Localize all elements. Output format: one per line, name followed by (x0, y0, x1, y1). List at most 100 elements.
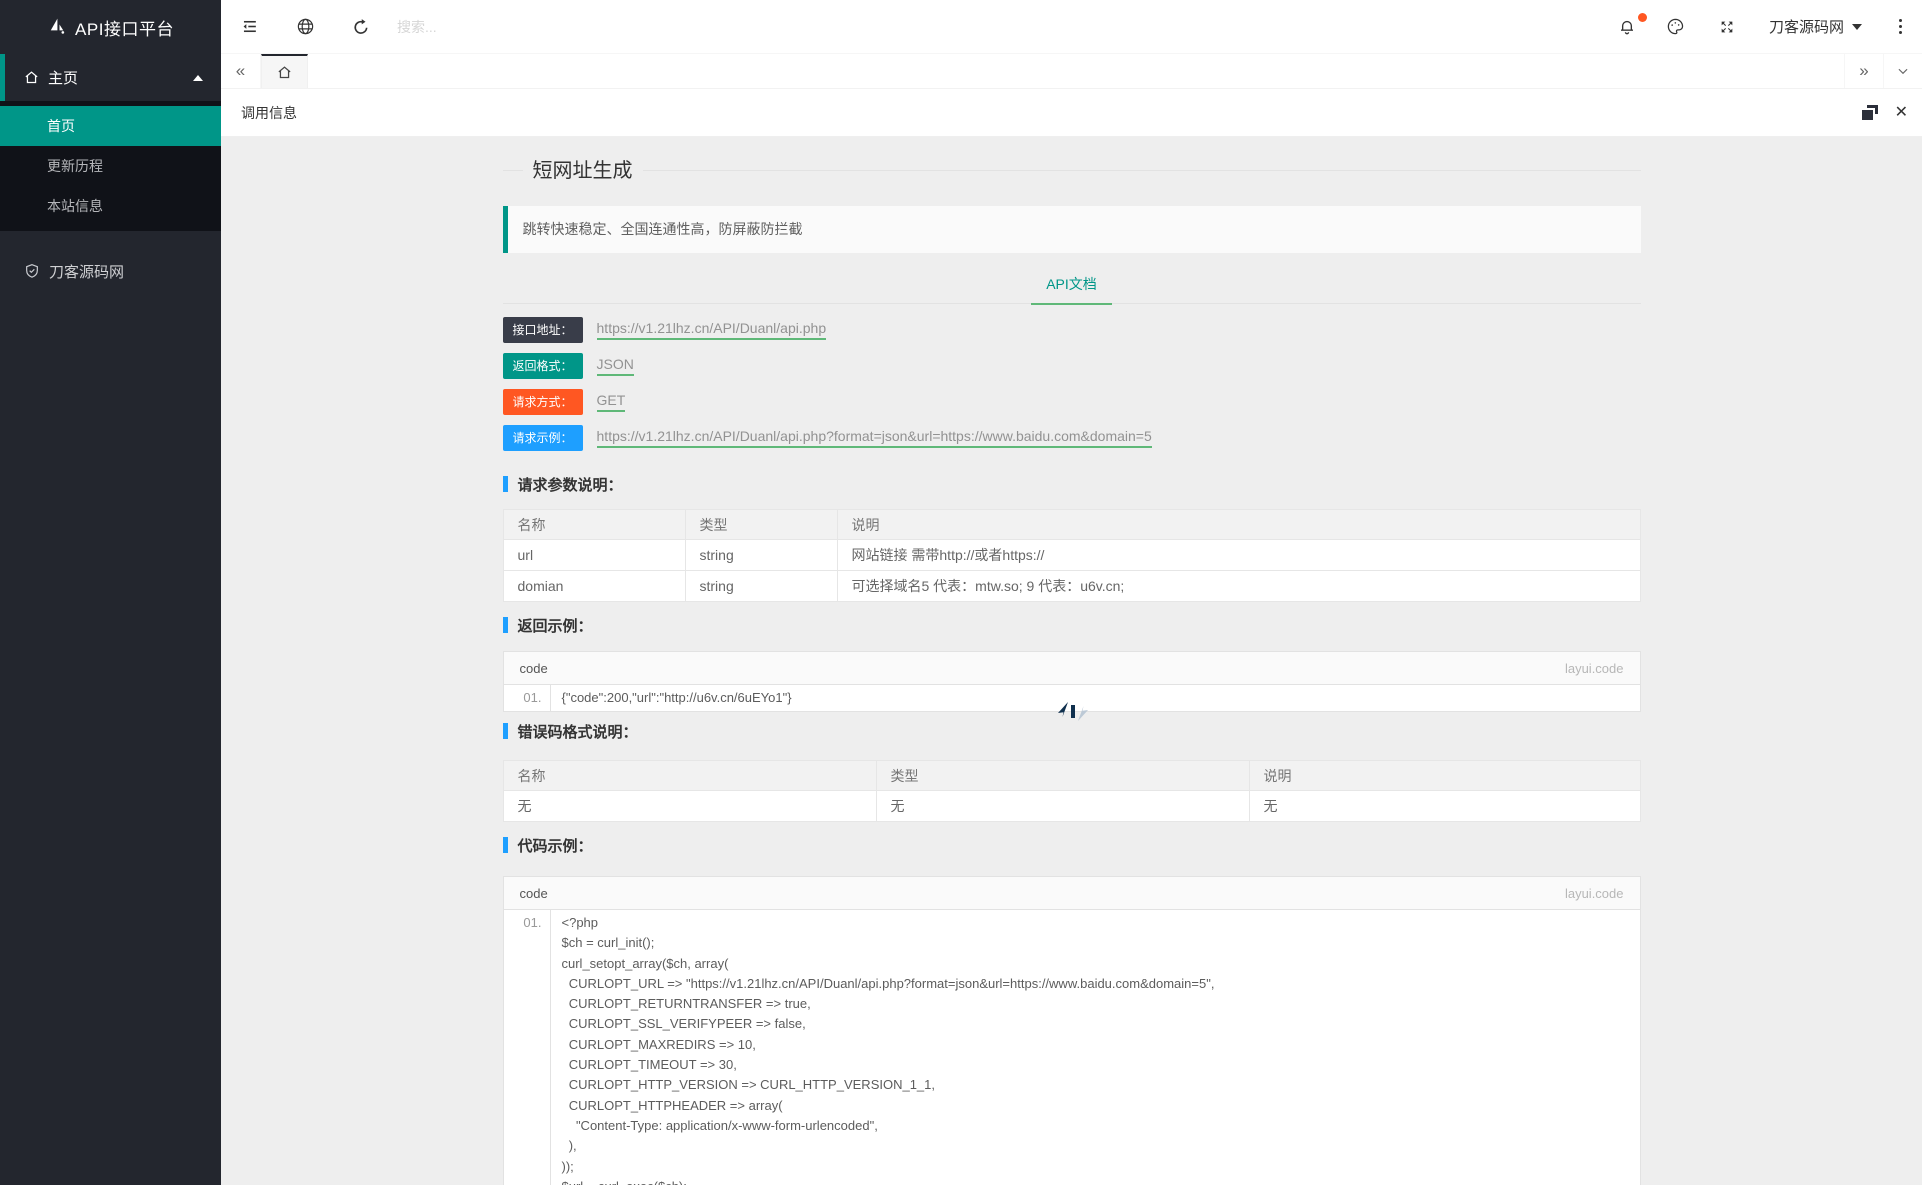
app-logo: API接口平台 (0, 0, 221, 54)
param-type-cell: string (684, 570, 838, 602)
api-field-value-link[interactable]: https://v1.21lhz.cn/API/Duanl/api.php?fo… (596, 428, 1152, 448)
notifications-button[interactable] (1603, 0, 1651, 54)
description-text: 跳转快速稳定、全国连通性高，防屏蔽防拦截 (522, 221, 803, 237)
code-block-header: code layui.code (503, 877, 1640, 910)
code-lines: <?php $ch = curl_init(); curl_setopt_array… (551, 910, 1640, 1185)
column-header: 名称 (502, 760, 877, 791)
code-line: $ch = curl_init(); (561, 935, 655, 951)
layer-panel-header: 调用信息 ✕ (221, 89, 1922, 137)
code-line: CURLOPT_URL => "https://v1.21lhz.cn/API/… (561, 975, 1215, 991)
theme-button[interactable] (1651, 0, 1701, 54)
tabs-scroll-left-button[interactable]: « (221, 54, 261, 88)
maximize-restore-icon[interactable] (1861, 105, 1878, 120)
param-name-cell: domian (502, 570, 686, 602)
panel-title: 调用信息 (241, 104, 297, 121)
code-brand: layui.code (1564, 661, 1624, 676)
api-field-value-link[interactable]: GET (596, 392, 626, 412)
page-title-divider: 短网址生成 (502, 156, 1641, 186)
code-line: CURLOPT_TIMEOUT => 30, (561, 1057, 737, 1073)
sidebar: API接口平台 主页 首页 更新历程 本站信息 刀客源码网 (0, 0, 221, 1185)
tab-api-doc[interactable]: API文档 (1031, 264, 1112, 305)
api-field-label-badge: 接口地址： (502, 317, 583, 343)
api-field-row: 请求示例： https://v1.21lhz.cn/API/Duanl/api.… (502, 425, 1641, 451)
api-fields: 接口地址： https://v1.21lhz.cn/API/Duanl/api.… (502, 317, 1641, 451)
fullscreen-button[interactable] (1701, 0, 1753, 54)
code-line: )); (561, 1158, 574, 1174)
code-line: $url = curl_exec($ch); (562, 1177, 1640, 1185)
line-number-gutter: 01. (504, 910, 551, 1185)
api-field-label-badge: 请求示例： (502, 425, 583, 451)
error-type-cell: 无 (875, 790, 1250, 822)
column-header: 说明 (836, 509, 1641, 540)
code-line: CURLOPT_MAXREDIRS => 10, (561, 1036, 756, 1052)
sidebar-submenu-item[interactable]: 首页 (0, 106, 221, 146)
palette-icon (1666, 17, 1685, 36)
code-caption: code (519, 886, 548, 901)
code-block-header: code layui.code (503, 652, 1640, 685)
column-header: 说明 (1248, 760, 1641, 791)
section-bar-icon (502, 837, 508, 853)
param-desc-cell: 可选择域名5 代表：mtw.so; 9 代表：u6v.cn; (836, 570, 1641, 602)
menu-fold-button[interactable] (221, 0, 277, 54)
code-line: ), (561, 1138, 577, 1154)
api-field-label-badge: 返回格式： (502, 353, 583, 379)
globe-button[interactable] (277, 0, 333, 54)
api-field-value-link[interactable]: JSON (596, 356, 634, 376)
sidebar-submenu-label: 更新历程 (47, 158, 103, 174)
page-title: 短网址生成 (522, 156, 643, 186)
sidebar-submenu: 首页 更新历程 本站信息 (0, 101, 221, 231)
search-input[interactable] (397, 18, 657, 35)
error-name-cell: 无 (502, 790, 877, 822)
code-line: {"code":200,"url":"http://u6v.cn/6uEYo1"… (561, 690, 792, 705)
description-quote: 跳转快速稳定、全国连通性高，防屏蔽防拦截 (502, 206, 1641, 253)
sidebar-item-home-group[interactable]: 主页 (0, 54, 221, 101)
section-bar-icon (502, 723, 508, 739)
tabs-scroll-right-button[interactable]: » (1844, 54, 1883, 88)
column-header: 类型 (684, 509, 838, 540)
table-row: 无 无 无 (502, 790, 1641, 822)
sail-logo-icon (47, 17, 67, 37)
tabs-dropdown-button[interactable] (1883, 54, 1922, 88)
table-row: url string 网站链接 需带http://或者https:// (502, 539, 1641, 571)
refresh-button[interactable] (333, 0, 389, 54)
errors-table: 名称 类型 说明 无 无 无 (502, 760, 1641, 822)
example-code-block: code layui.code 01. <?php $ch = curl_init… (502, 876, 1641, 1185)
username: 刀客源码网 (1768, 19, 1844, 36)
chevron-up-icon (193, 74, 203, 81)
code-line: CURLOPT_SSL_VERIFYPEER => false, (561, 1016, 806, 1032)
section-title-response: 返回示例： (502, 615, 1641, 635)
table-header-row: 名称 类型 说明 (502, 760, 1641, 791)
tabbar-right-controls: » (1844, 54, 1922, 88)
sidebar-group-label: 主页 (48, 70, 79, 87)
close-icon[interactable]: ✕ (1895, 104, 1908, 121)
menu-fold-icon (240, 17, 259, 36)
param-desc-cell: 网站链接 需带http://或者https:// (836, 539, 1641, 571)
app-title: API接口平台 (75, 19, 174, 39)
line-number-gutter: 01. (504, 685, 551, 711)
sidebar-submenu-item[interactable]: 更新历程 (0, 146, 221, 186)
user-menu[interactable]: 刀客源码网 (1753, 0, 1878, 53)
api-field-row: 接口地址： https://v1.21lhz.cn/API/Duanl/api.… (502, 317, 1641, 343)
more-menu-button[interactable] (1878, 0, 1922, 54)
doc-column: 短网址生成 跳转快速稳定、全国连通性高，防屏蔽防拦截 API文档 接口地址： h… (502, 138, 1641, 1185)
api-field-value-link[interactable]: https://v1.21lhz.cn/API/Duanl/api.php (596, 320, 827, 340)
params-table: 名称 类型 说明 url string 网站链接 需带http://或者http… (502, 509, 1641, 602)
code-line: CURLOPT_HTTPHEADER => array( (561, 1097, 783, 1113)
tab-home[interactable] (261, 54, 308, 88)
code-line: CURLOPT_RETURNTRANSFER => true, (561, 996, 811, 1012)
api-field-row: 返回格式： JSON (502, 353, 1641, 379)
table-header-row: 名称 类型 说明 (502, 509, 1641, 540)
header-right-section: 刀客源码网 (1603, 0, 1922, 53)
error-desc-cell: 无 (1248, 790, 1641, 822)
code-line: "Content-Type: application/x-www-form-ur… (561, 1117, 878, 1133)
column-header: 名称 (502, 509, 686, 540)
page-tabbar: « » (221, 54, 1922, 89)
sidebar-item-source-site[interactable]: 刀客源码网 (0, 249, 221, 293)
param-name-cell: url (502, 539, 686, 571)
sidebar-submenu-item[interactable]: 本站信息 (0, 186, 221, 226)
column-header: 类型 (875, 760, 1250, 791)
code-lines: {"code":200,"url":"http://u6v.cn/6uEYo1"… (551, 685, 1640, 711)
param-type-cell: string (684, 539, 838, 571)
loading-cursor-icon (1056, 700, 1090, 723)
doc-tabs: API文档 (502, 264, 1641, 305)
